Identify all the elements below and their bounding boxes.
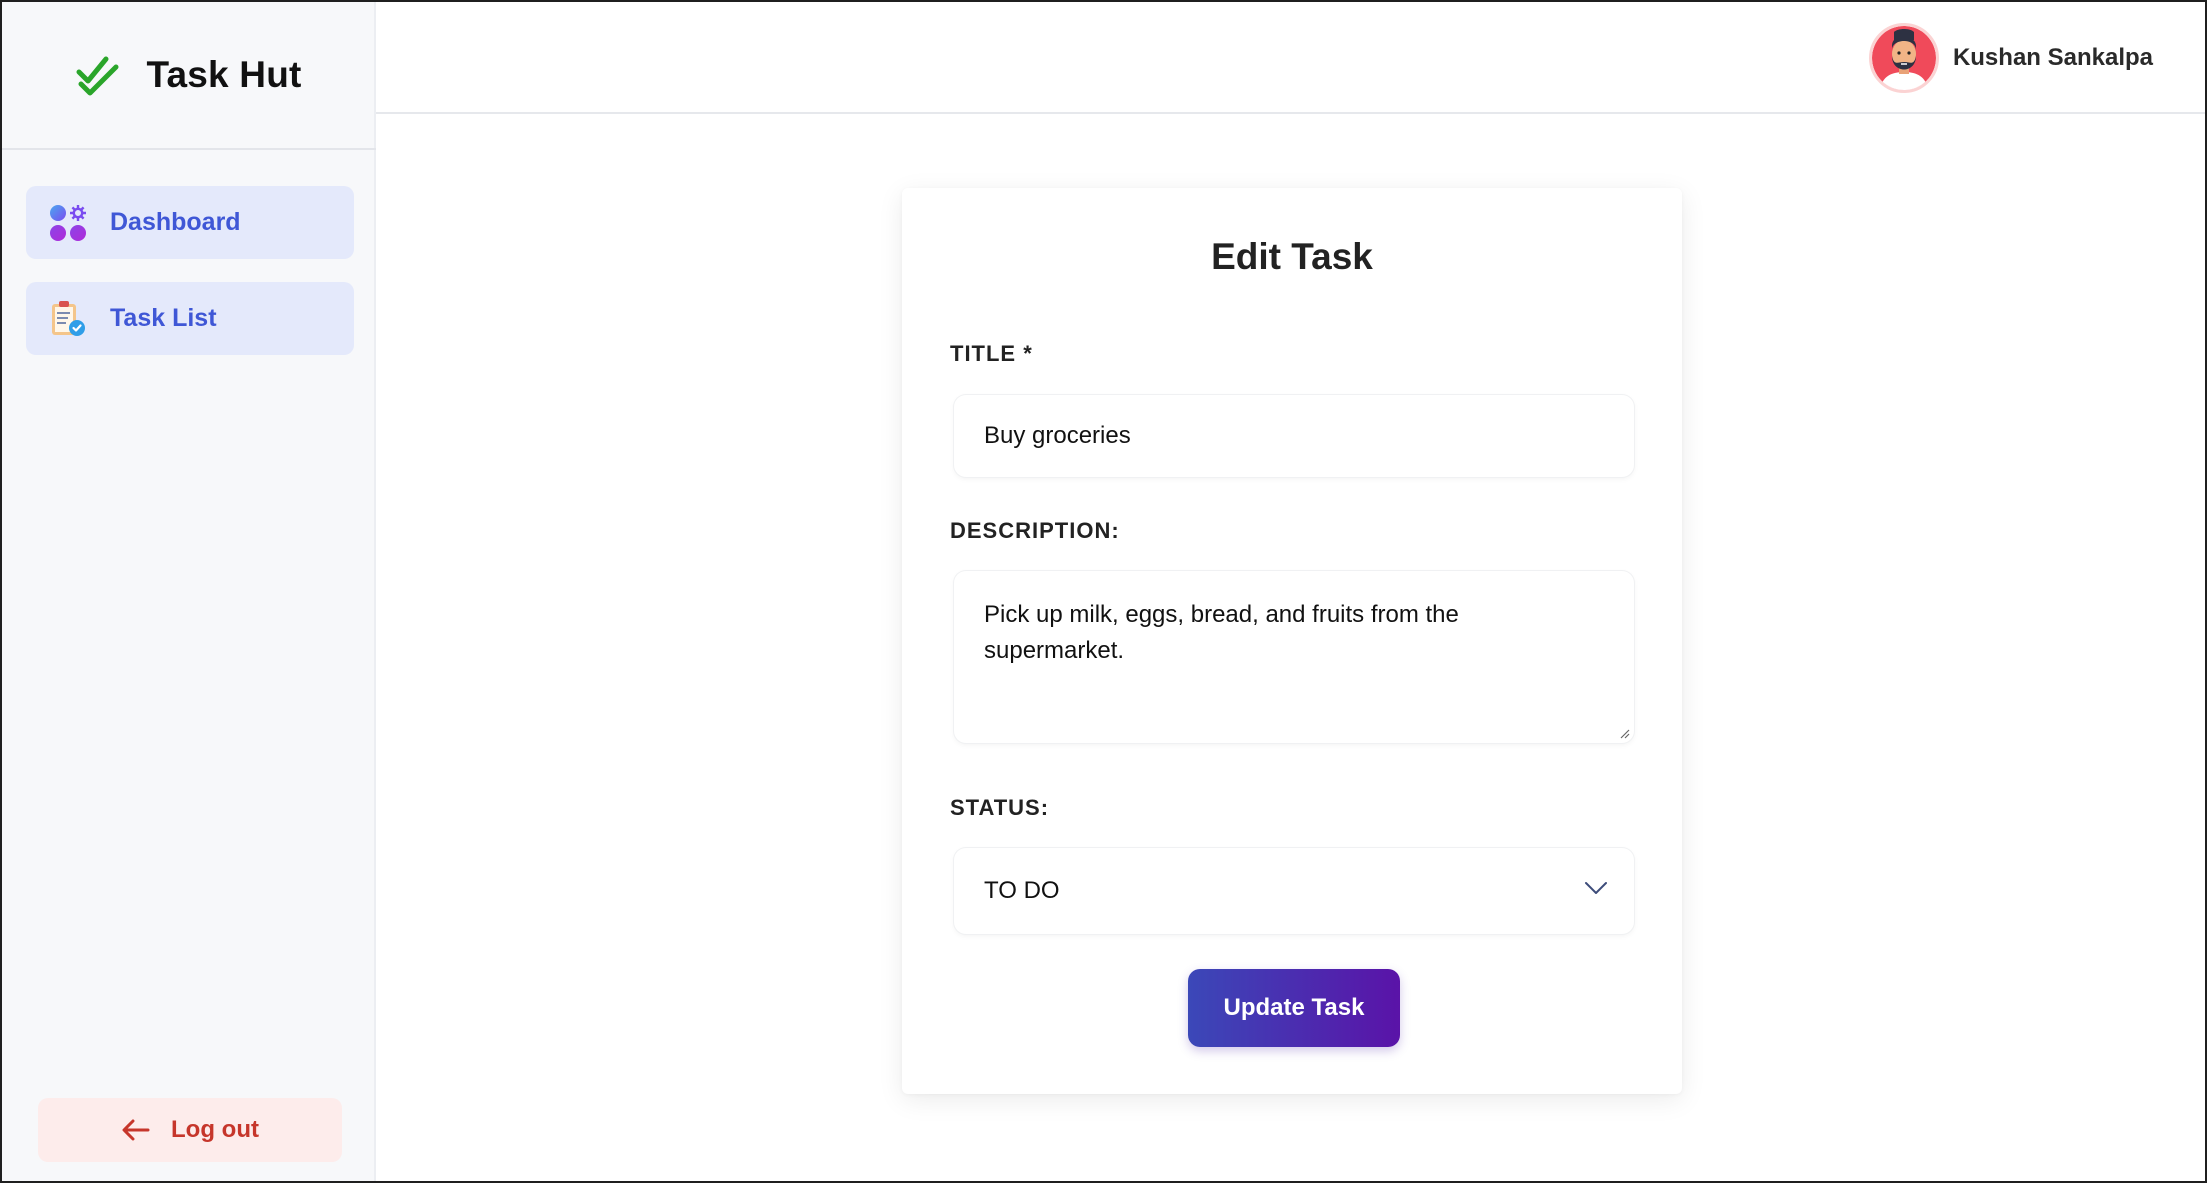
clipboard-check-icon: [52, 300, 85, 336]
sidebar-nav: Dashboard Task List: [26, 186, 354, 378]
sidebar: Task Hut Dashboard Task List Log out: [2, 2, 376, 1181]
sidebar-item-dashboard[interactable]: Dashboard: [26, 186, 354, 259]
sidebar-item-label: Dashboard: [110, 208, 241, 236]
logout-label: Log out: [171, 1116, 259, 1143]
top-header: Kushan Sankalpa: [376, 2, 2205, 114]
dashboard-apps-icon: [50, 204, 86, 241]
status-select[interactable]: TO DO: [954, 848, 1634, 934]
sidebar-item-task-list[interactable]: Task List: [26, 282, 354, 355]
arrow-left-icon: [122, 1119, 150, 1141]
user-avatar-icon: [1871, 26, 1936, 90]
description-textarea-value: Pick up milk, eggs, bread, and fruits fr…: [984, 601, 1459, 664]
update-task-button[interactable]: Update Task: [1188, 969, 1400, 1047]
user-name: Kushan Sankalpa: [1952, 44, 2153, 71]
description-textarea[interactable]: Pick up milk, eggs, bread, and fruits fr…: [954, 571, 1634, 743]
brand: Task Hut: [2, 2, 376, 150]
title-label: TITLE *: [950, 341, 1033, 366]
sidebar-item-label: Task List: [110, 304, 217, 332]
title-input[interactable]: Buy groceries: [954, 395, 1634, 477]
resize-handle-icon[interactable]: [1618, 727, 1630, 739]
page-title: Edit Task: [1211, 236, 1373, 277]
avatar: [1868, 23, 1939, 93]
description-label: DESCRIPTION:: [950, 518, 1120, 543]
chevron-down-icon: [1585, 882, 1607, 894]
logout-button[interactable]: Log out: [38, 1098, 342, 1162]
status-select-value: TO DO: [984, 877, 1060, 904]
user-profile[interactable]: Kushan Sankalpa: [1868, 22, 2153, 94]
app-window: Task Hut Dashboard Task List Log out Kus…: [2, 2, 2205, 1181]
brand-title: Task Hut: [146, 54, 302, 95]
edit-task-card: Edit Task TITLE * Buy groceries DESCRIPT…: [902, 188, 1682, 1094]
double-check-icon: [76, 56, 119, 96]
title-input-value: Buy groceries: [984, 422, 1131, 449]
status-label: STATUS:: [950, 795, 1050, 820]
